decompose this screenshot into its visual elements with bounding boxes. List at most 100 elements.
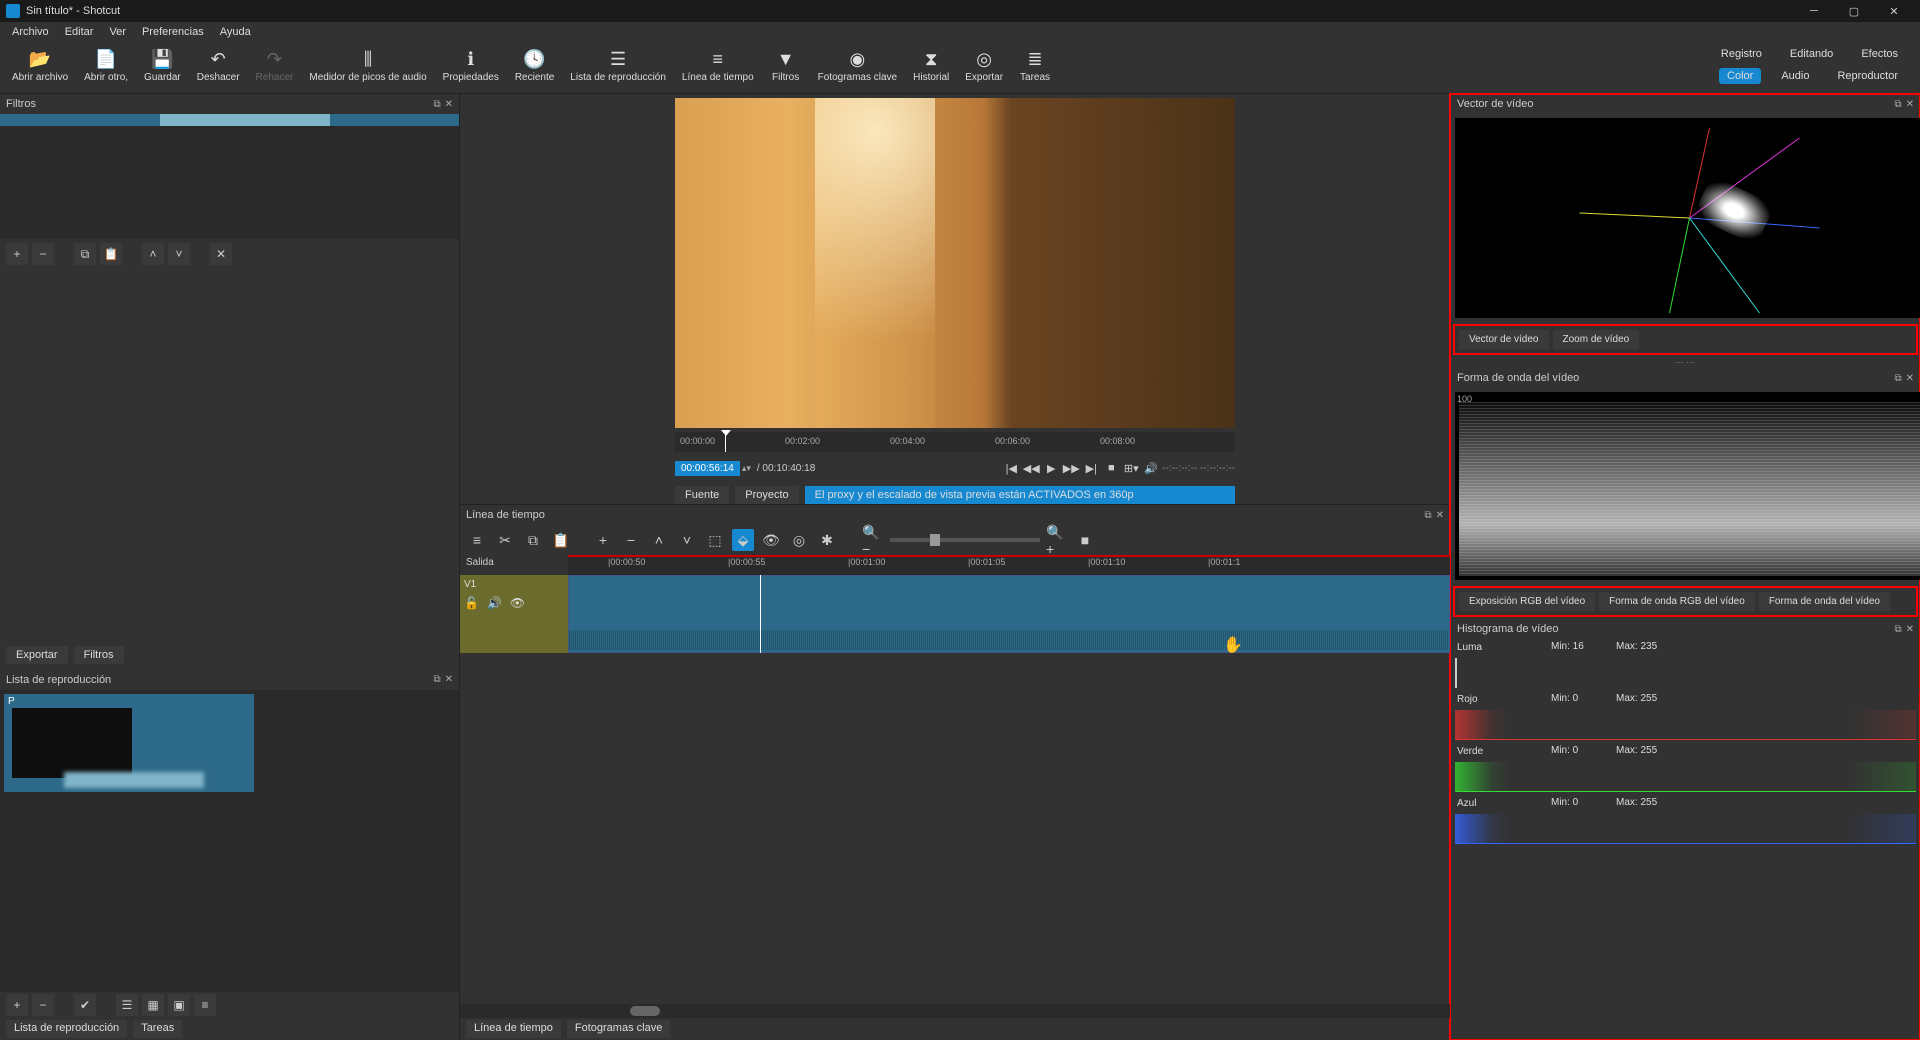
scrub-button[interactable]: 👁 [760,529,782,551]
add-filter-button[interactable]: + [6,243,28,265]
zoom-in-button[interactable]: 🔍+ [1046,529,1068,551]
hide-track-icon[interactable]: 👁 [510,596,525,610]
toolbar-exportar-button[interactable]: ◎Exportar [957,46,1011,85]
stop-button[interactable]: ■ [1102,459,1120,477]
undock-icon[interactable]: ⧉ [433,99,440,110]
video-preview[interactable] [675,98,1235,428]
undock-icon[interactable]: ⧉ [1894,373,1901,384]
tab-waveform[interactable]: Forma de onda del vídeo [1759,592,1890,611]
undock-icon[interactable]: ⧉ [433,674,440,685]
snap-button[interactable]: ⬙ [732,529,754,551]
append-button[interactable]: + [592,529,614,551]
menu-editar[interactable]: Editar [57,24,102,40]
tab-filtros[interactable]: Filtros [74,646,124,664]
tab-linea-tiempo[interactable]: Línea de tiempo [466,1020,561,1038]
menu-ayuda[interactable]: Ayuda [212,24,259,40]
undock-icon[interactable]: ⧉ [1894,99,1901,110]
play-button[interactable]: ▶ [1042,459,1060,477]
toolbar-abrir-otro--button[interactable]: 📄Abrir otro, [76,46,136,85]
timeline-scrollbar[interactable] [460,1004,1450,1018]
copy-button[interactable]: ⧉ [522,529,544,551]
timeline-track-area[interactable]: ✋ [568,575,1450,653]
toolbar-deshacer-button[interactable]: ↶Deshacer [189,46,248,85]
toolbar-l-nea-de-tiempo-button[interactable]: ≡Línea de tiempo [674,46,762,85]
mute-track-icon[interactable]: 🔊 [487,596,502,610]
close-panel-icon[interactable]: ✕ [1906,373,1914,384]
timeline-ruler[interactable]: |00:00:50|00:00:55|00:01:00|00:01:05|00:… [568,555,1450,575]
rewind-button[interactable]: ◀◀ [1022,459,1040,477]
forward-button[interactable]: ▶▶ [1062,459,1080,477]
playlist-view-list-button[interactable]: ☰ [116,994,138,1016]
toolbar-abrir-archivo-button[interactable]: 📂Abrir archivo [4,46,76,85]
zoom-slider[interactable] [890,538,1040,542]
zoom-out-button[interactable]: 🔍− [862,529,884,551]
close-panel-icon[interactable]: ✕ [1906,624,1914,635]
proxy-notice[interactable]: El proxy y el escalado de vista previa e… [805,486,1235,504]
deselect-filter-button[interactable]: ✕ [210,243,232,265]
close-panel-icon[interactable]: ✕ [445,674,453,685]
tab-lista-reproduccion[interactable]: Lista de reproducción [6,1020,127,1038]
tab-fuente[interactable]: Fuente [675,486,729,504]
tab-zoom-video[interactable]: Zoom de vídeo [1553,330,1640,349]
playlist-view-icons-button[interactable]: ▣ [168,994,190,1016]
tab-fotogramas-clave[interactable]: Fotogramas clave [567,1020,670,1038]
menu-ver[interactable]: Ver [101,24,134,40]
cut-button[interactable]: ✂ [494,529,516,551]
current-timecode[interactable]: 00:00:56:14 [675,461,740,476]
preview-scrubber[interactable]: 00:00:0000:02:0000:04:0000:06:0000:08:00 [675,432,1235,452]
tab-tareas[interactable]: Tareas [133,1020,182,1038]
ripple-button[interactable]: ◎ [788,529,810,551]
tab-efectos[interactable]: Efectos [1853,46,1906,62]
menu-preferencias[interactable]: Preferencias [134,24,212,40]
playlist-view-tiles-button[interactable]: ▦ [142,994,164,1016]
playlist-item[interactable]: P [4,694,254,792]
lift-button[interactable]: ˄ [648,529,670,551]
tab-vector-video[interactable]: Vector de vídeo [1459,330,1549,349]
undock-icon[interactable]: ⧉ [1894,624,1901,635]
panel-grip-icon[interactable]: ⋯⋯ [1451,357,1920,368]
toolbar-tareas-button[interactable]: ≣Tareas [1011,46,1059,85]
skip-end-button[interactable]: ▶| [1082,459,1100,477]
timeline-playhead[interactable] [760,575,761,653]
minimize-button[interactable]: ─ [1794,0,1834,22]
paste-button[interactable]: 📋 [550,529,572,551]
toolbar-fotogramas-clave-button[interactable]: ◉Fotogramas clave [810,46,905,85]
tab-reproductor[interactable]: Reproductor [1829,68,1906,84]
close-button[interactable]: ✕ [1874,0,1914,22]
remove-filter-button[interactable]: − [32,243,54,265]
tab-exportar[interactable]: Exportar [6,646,68,664]
overwrite-button[interactable]: ˅ [676,529,698,551]
lock-track-icon[interactable]: 🔓 [464,596,479,610]
undock-icon[interactable]: ⧉ [1424,510,1431,521]
playhead-icon[interactable] [725,432,726,452]
close-panel-icon[interactable]: ✕ [1906,99,1914,110]
toolbar-rehacer-button[interactable]: ↷Rehacer [248,46,302,85]
close-panel-icon[interactable]: ✕ [1436,510,1444,521]
close-panel-icon[interactable]: ✕ [445,99,453,110]
ripple-all-button[interactable]: ✱ [816,529,838,551]
menu-archivo[interactable]: Archivo [4,24,57,40]
tab-editando[interactable]: Editando [1782,46,1841,62]
toolbar-historial-button[interactable]: ⧗Historial [905,46,957,85]
tab-registro[interactable]: Registro [1713,46,1770,62]
toolbar-medidor-de-picos-de-audio-button[interactable]: ⫼Medidor de picos de audio [301,46,434,85]
video-clip[interactable] [568,575,1450,653]
toolbar-filtros-button[interactable]: ▼Filtros [762,46,810,85]
playlist-add-button[interactable]: + [6,994,28,1016]
toolbar-reciente-button[interactable]: 🕓Reciente [507,46,562,85]
toolbar-guardar-button[interactable]: 💾Guardar [136,46,189,85]
toolbar-lista-de-reproducci-n-button[interactable]: ☰Lista de reproducción [562,46,674,85]
toolbar-propiedades-button[interactable]: ℹPropiedades [435,46,507,85]
paste-filter-button[interactable]: 📋 [100,243,122,265]
tab-rgb-waveform[interactable]: Forma de onda RGB del vídeo [1599,592,1755,611]
split-button[interactable]: ⬚ [704,529,726,551]
tab-proyecto[interactable]: Proyecto [735,486,798,504]
zoom-fit-button[interactable]: ■ [1074,529,1096,551]
playlist-remove-button[interactable]: − [32,994,54,1016]
playlist-check-button[interactable]: ✔ [74,994,96,1016]
remove-button[interactable]: − [620,529,642,551]
move-up-button[interactable]: ˄ [142,243,164,265]
timeline-menu-button[interactable]: ≡ [466,529,488,551]
track-header-v1[interactable]: V1 🔓 🔊 👁 [460,575,568,653]
copy-filter-button[interactable]: ⧉ [74,243,96,265]
